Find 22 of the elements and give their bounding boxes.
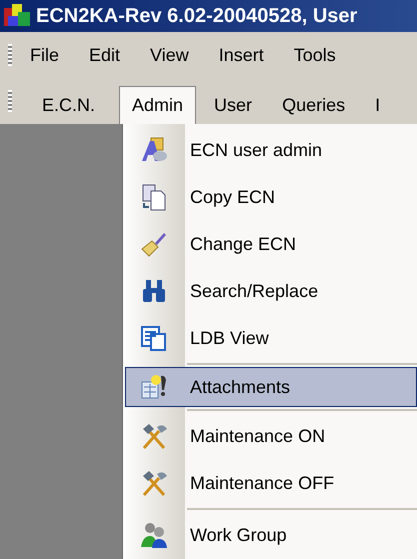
window-icon: [139, 323, 169, 353]
menu-item[interactable]: Work Group: [125, 512, 417, 558]
menu-item[interactable]: File: [30, 44, 60, 66]
toolbar-menu[interactable]: User: [202, 87, 264, 124]
menu-item[interactable]: Insert: [218, 44, 264, 66]
menu-item[interactable]: Attachments: [125, 367, 417, 407]
menu-item[interactable]: Maintenance OFF: [125, 460, 417, 506]
menu-item[interactable]: Copy ECN: [125, 174, 417, 220]
users-icon: [139, 520, 169, 550]
toolbar-menu[interactable]: E.C.N.: [30, 87, 108, 124]
menu-item[interactable]: Maintenance ON: [125, 413, 417, 459]
menu-item[interactable]: Edit: [89, 44, 120, 66]
window-title: ECN2KA-Rev 6.02-20040528, User: [36, 4, 358, 28]
menu-item[interactable]: Change ECN: [125, 221, 417, 267]
menu-item[interactable]: ECN user admin: [125, 127, 417, 173]
menu-item[interactable]: Search/Replace: [125, 268, 417, 314]
toolbar-menu[interactable]: I: [363, 87, 392, 124]
menu-item[interactable]: LDB View: [125, 315, 417, 361]
menu-item[interactable]: Tools: [294, 44, 336, 66]
toolbar-menu[interactable]: Admin: [119, 86, 196, 124]
toolbar-menu[interactable]: Queries: [270, 87, 358, 124]
menu-item[interactable]: View: [150, 44, 189, 66]
